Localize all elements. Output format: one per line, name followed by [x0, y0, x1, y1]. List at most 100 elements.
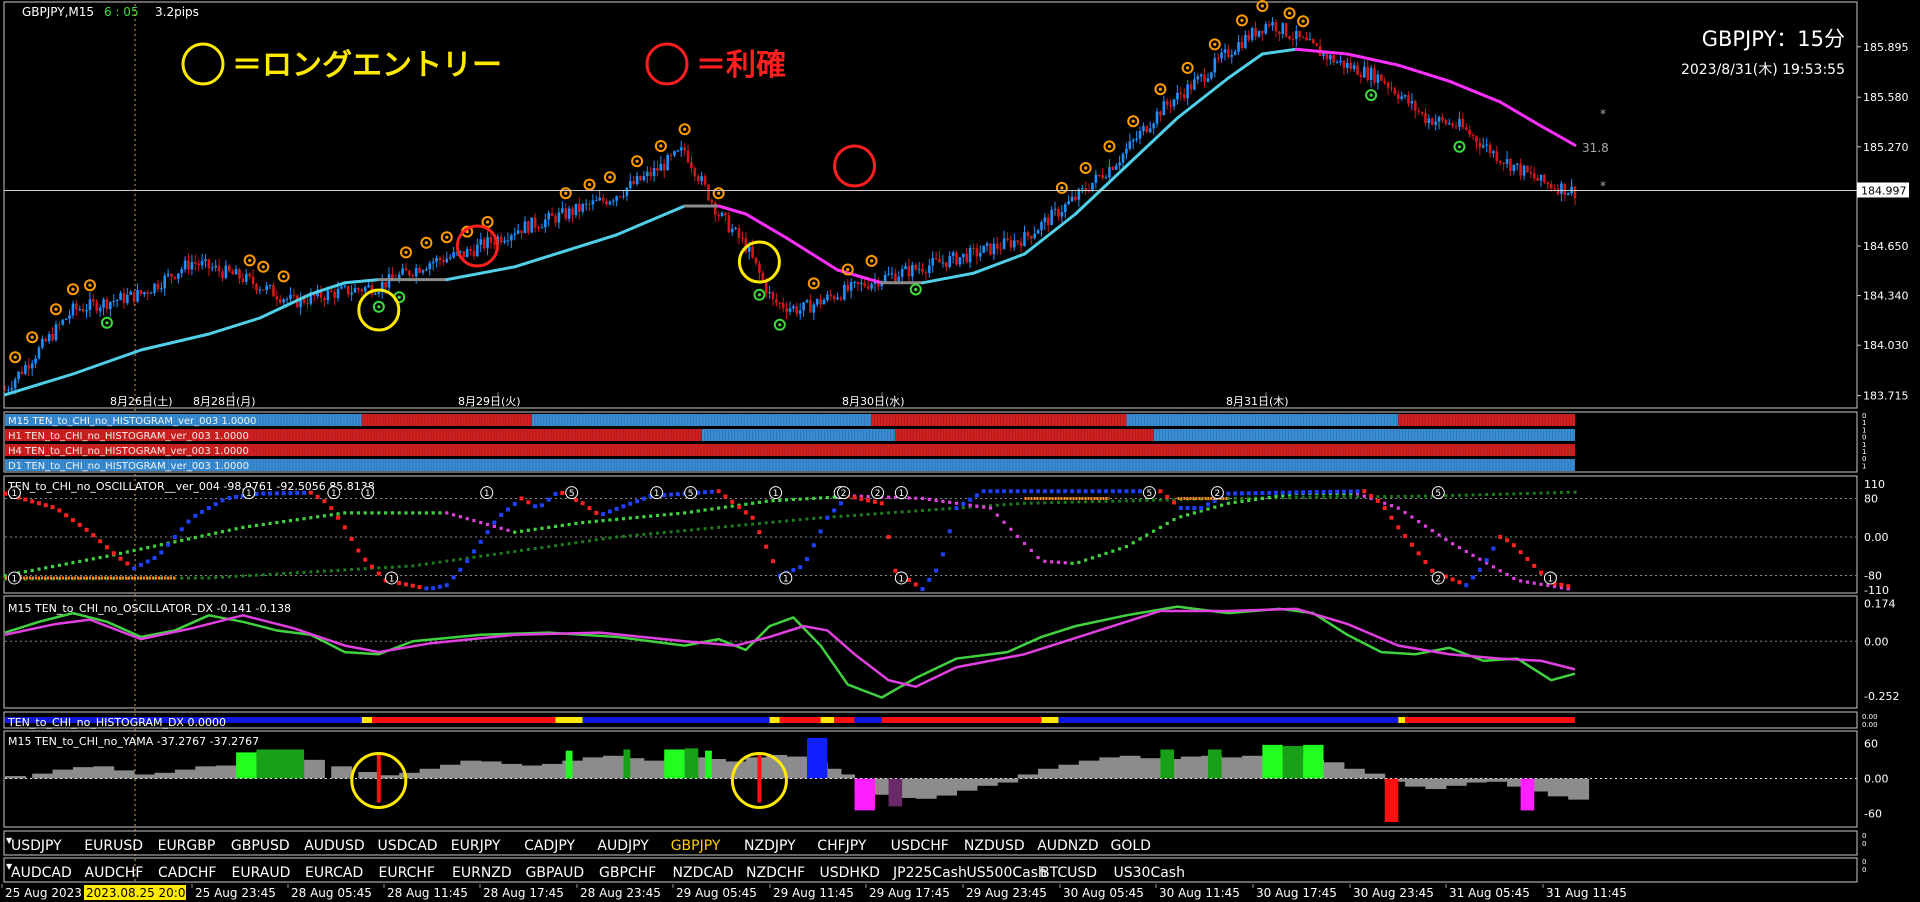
yama-colored-bar	[684, 748, 699, 779]
candle-body	[255, 283, 258, 291]
symbol-eurnzd[interactable]: EURNZD	[452, 865, 512, 881]
candle-body	[58, 324, 61, 326]
symbol-nzdchf[interactable]: NZDCHF	[746, 865, 805, 881]
candle-body	[985, 243, 989, 246]
candle-body	[445, 258, 449, 263]
osc-long-point	[1097, 500, 1101, 504]
candle-body	[367, 285, 370, 288]
candle-body	[1284, 23, 1288, 37]
osc-fast-point	[471, 549, 476, 554]
osc-slow-point	[533, 527, 537, 531]
candle-body	[662, 163, 666, 171]
osc-fast-point	[458, 567, 463, 572]
symbol-eurcad[interactable]: EURCAD	[305, 865, 363, 881]
symbol-eurchf[interactable]: EURCHF	[379, 865, 435, 881]
osc-long-point	[282, 572, 286, 576]
symbol-usdjpy[interactable]: USDJPY	[11, 838, 62, 854]
osc-fast-point	[1110, 489, 1115, 494]
symbol-nzdjpy[interactable]: NZDJPY	[744, 838, 796, 854]
symbol-gbpaud[interactable]: GBPAUD	[526, 865, 585, 881]
symbol-eurjpy[interactable]: EURJPY	[451, 838, 501, 854]
yama-bar	[1547, 778, 1569, 797]
osc-fast-point	[519, 496, 524, 501]
osc-slow-point	[1491, 565, 1496, 569]
osc-slow-point	[581, 520, 585, 525]
osc-slow-point	[370, 511, 374, 515]
signal-dot-orange-core	[404, 250, 408, 254]
symbol-btcusd[interactable]: BTCUSD	[1040, 865, 1097, 881]
candle-body	[1063, 204, 1067, 213]
signal-dot-orange-core	[485, 220, 490, 224]
symbol-jp225cash[interactable]: JP225Cash	[892, 865, 967, 881]
candle-body	[1131, 139, 1135, 142]
osc-fast-point	[356, 548, 361, 553]
candle-body	[628, 181, 632, 188]
osc-slow-point	[927, 497, 931, 502]
osc-long-point	[628, 534, 632, 538]
symbol-chfjpy[interactable]: CHFJPY	[817, 838, 867, 854]
osc-long-point	[574, 541, 578, 545]
yama-bar	[195, 766, 217, 779]
osc-fast-point	[1416, 551, 1421, 556]
candle-body	[781, 303, 785, 308]
symbol-gbpusd[interactable]: GBPUSD	[231, 838, 290, 854]
symbol-nzdusd[interactable]: NZDUSD	[964, 838, 1025, 854]
osc-slow-point	[241, 525, 245, 529]
yama-bar	[541, 763, 563, 779]
candle-body	[567, 208, 571, 219]
symbol-cadchf[interactable]: CADCHF	[158, 865, 217, 881]
candle-body	[132, 291, 136, 302]
osc-fast-point	[553, 492, 558, 497]
candle-body	[1532, 173, 1536, 179]
symbol-gbpjpy[interactable]: GBPJPY	[671, 838, 721, 854]
candle-body	[883, 274, 887, 282]
symbol-usdhkd[interactable]: USDHKD	[820, 865, 880, 881]
candle-body	[1488, 144, 1492, 154]
symbol-gold[interactable]: GOLD	[1111, 838, 1151, 854]
symbol-usdchf[interactable]: USDCHF	[891, 838, 949, 854]
symbol-audcad[interactable]: AUDCAD	[11, 865, 72, 881]
osc-fast-point	[1049, 489, 1054, 494]
osc-number-label: 5	[1147, 489, 1153, 499]
symbol-usdcad[interactable]: USDCAD	[378, 838, 438, 854]
symbol-audusd[interactable]: AUDUSD	[304, 838, 365, 854]
symbol-audnzd[interactable]: AUDNZD	[1037, 838, 1098, 854]
osc-slow-point	[417, 511, 422, 515]
yama-bar	[1364, 773, 1386, 779]
symbol-us500cash[interactable]: US500Cash	[967, 865, 1047, 881]
osc-long-point	[350, 568, 354, 572]
symbol-audchf[interactable]: AUDCHF	[85, 865, 144, 881]
osc-fast-point	[1498, 535, 1503, 539]
symbol-us30cash[interactable]: US30Cash	[1114, 865, 1185, 881]
osc-long-point	[832, 515, 836, 519]
yama-bar	[439, 764, 461, 779]
symbol-gbpchf[interactable]: GBPCHF	[599, 865, 656, 881]
symbol-cadjpy[interactable]: CADJPY	[524, 838, 575, 854]
symbol-audjpy[interactable]: AUDJPY	[597, 838, 649, 854]
osc-fast-point	[336, 515, 341, 520]
symbol-euraud[interactable]: EURAUD	[232, 865, 291, 881]
symbol-eurgbp[interactable]: EURGBP	[158, 838, 216, 854]
candle-body	[591, 200, 595, 205]
osc-fast-point	[179, 527, 184, 532]
osc-long-point	[893, 510, 897, 514]
symbol-nzdcad[interactable]: NZDCAD	[673, 865, 734, 881]
osc-long-point	[1084, 500, 1088, 504]
osc-long-point	[859, 513, 863, 517]
candle-body	[1356, 65, 1359, 75]
candle-body	[945, 262, 948, 267]
candle-body	[166, 273, 170, 276]
candle-body	[652, 167, 656, 177]
osc-slow-point	[1430, 528, 1434, 533]
candle-body	[143, 292, 146, 295]
osc-fast-point	[798, 565, 803, 570]
osc-number-label: 1	[484, 489, 490, 499]
symbol-eurusd[interactable]: EURUSD	[84, 838, 143, 854]
candle-body	[1522, 165, 1526, 176]
osc-slow-point	[1525, 580, 1530, 584]
candle-body	[812, 304, 816, 313]
candle-body	[462, 251, 466, 258]
candle-body	[1502, 162, 1505, 164]
osc-slow-point	[669, 512, 673, 516]
osc-long-point	[322, 569, 326, 573]
